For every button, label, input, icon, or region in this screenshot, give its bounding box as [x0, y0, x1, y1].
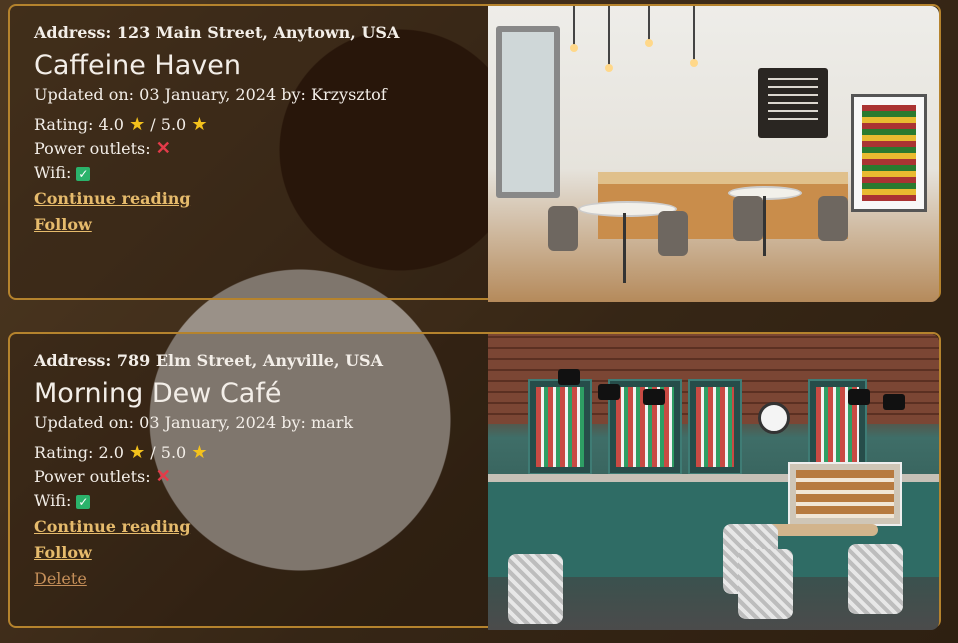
spotlight-illustration — [848, 389, 870, 405]
power-outlets-row: Power outlets: ✕ — [34, 465, 484, 489]
cafe-photo — [488, 6, 939, 302]
delete-link[interactable]: Delete — [34, 567, 484, 591]
chair-illustration — [738, 549, 793, 619]
check-icon: ✓ — [76, 166, 91, 181]
wifi-row: Wifi: ✓ — [34, 489, 484, 513]
chair-illustration — [658, 211, 688, 256]
spotlight-illustration — [883, 394, 905, 410]
star-icon: ★ — [191, 114, 208, 135]
lamp-illustration — [605, 6, 613, 72]
chair-illustration — [548, 206, 578, 251]
wifi-label: Wifi: — [34, 163, 72, 182]
table-leg — [763, 196, 766, 256]
cafe-address: Address: 789 Elm Street, Anyville, USA — [34, 351, 384, 370]
cafe-address: Address: 123 Main Street, Anytown, USA — [34, 23, 400, 42]
cafe-updated: Updated on: 03 January, 2024 by: Krzyszt… — [34, 85, 387, 104]
spotlight-illustration — [643, 389, 665, 405]
cafe-updated: Updated on: 03 January, 2024 by: mark — [34, 413, 354, 432]
power-outlets-label: Power outlets: — [34, 467, 151, 486]
shelf-illustration — [528, 379, 592, 475]
drinks-fridge-illustration — [851, 94, 927, 212]
pastry-case-illustration — [788, 462, 902, 526]
cross-icon: ✕ — [155, 138, 171, 159]
cafe-card-text: Address: 123 Main Street, Anytown, USA C… — [34, 23, 484, 237]
wall-clock-illustration — [758, 402, 790, 434]
continue-reading-link[interactable]: Continue reading — [34, 187, 484, 211]
rating-label: Rating: 4.0 — [34, 115, 124, 134]
rating-separator: / 5.0 — [150, 115, 187, 134]
chair-illustration — [818, 196, 848, 241]
chair-illustration — [848, 544, 903, 614]
table-leg — [623, 213, 626, 283]
wifi-row: Wifi: ✓ — [34, 161, 484, 185]
cafe-photo — [488, 334, 939, 630]
continue-reading-link[interactable]: Continue reading — [34, 515, 484, 539]
follow-link[interactable]: Follow — [34, 541, 484, 565]
follow-link[interactable]: Follow — [34, 213, 484, 237]
cafe-title: Caffeine Haven — [34, 50, 241, 81]
spotlight-illustration — [598, 384, 620, 400]
lamp-illustration — [570, 6, 578, 52]
check-icon: ✓ — [76, 494, 91, 509]
cafe-card: Address: 123 Main Street, Anytown, USA C… — [8, 4, 941, 302]
star-icon: ★ — [129, 442, 146, 463]
star-icon: ★ — [191, 442, 208, 463]
star-icon: ★ — [129, 114, 146, 135]
cafe-title: Morning Dew Café — [34, 378, 282, 409]
power-outlets-label: Power outlets: — [34, 139, 151, 158]
chair-illustration — [508, 554, 563, 624]
cafe-card: Address: 789 Elm Street, Anyville, USA M… — [8, 332, 941, 630]
window-illustration — [496, 26, 560, 198]
shelf-illustration — [688, 379, 742, 475]
cafe-card-text: Address: 789 Elm Street, Anyville, USA M… — [34, 351, 484, 591]
spotlight-illustration — [558, 369, 580, 385]
rating-label: Rating: 2.0 — [34, 443, 124, 462]
lamp-illustration — [645, 6, 653, 47]
wifi-label: Wifi: — [34, 491, 72, 510]
cross-icon: ✕ — [155, 466, 171, 487]
cafe-rating: Rating: 4.0 ★ / 5.0 ★ — [34, 113, 484, 137]
menu-board-illustration — [758, 68, 828, 138]
rating-separator: / 5.0 — [150, 443, 187, 462]
power-outlets-row: Power outlets: ✕ — [34, 137, 484, 161]
lamp-illustration — [690, 6, 698, 67]
chair-illustration — [733, 196, 763, 241]
cafe-rating: Rating: 2.0 ★ / 5.0 ★ — [34, 441, 484, 465]
